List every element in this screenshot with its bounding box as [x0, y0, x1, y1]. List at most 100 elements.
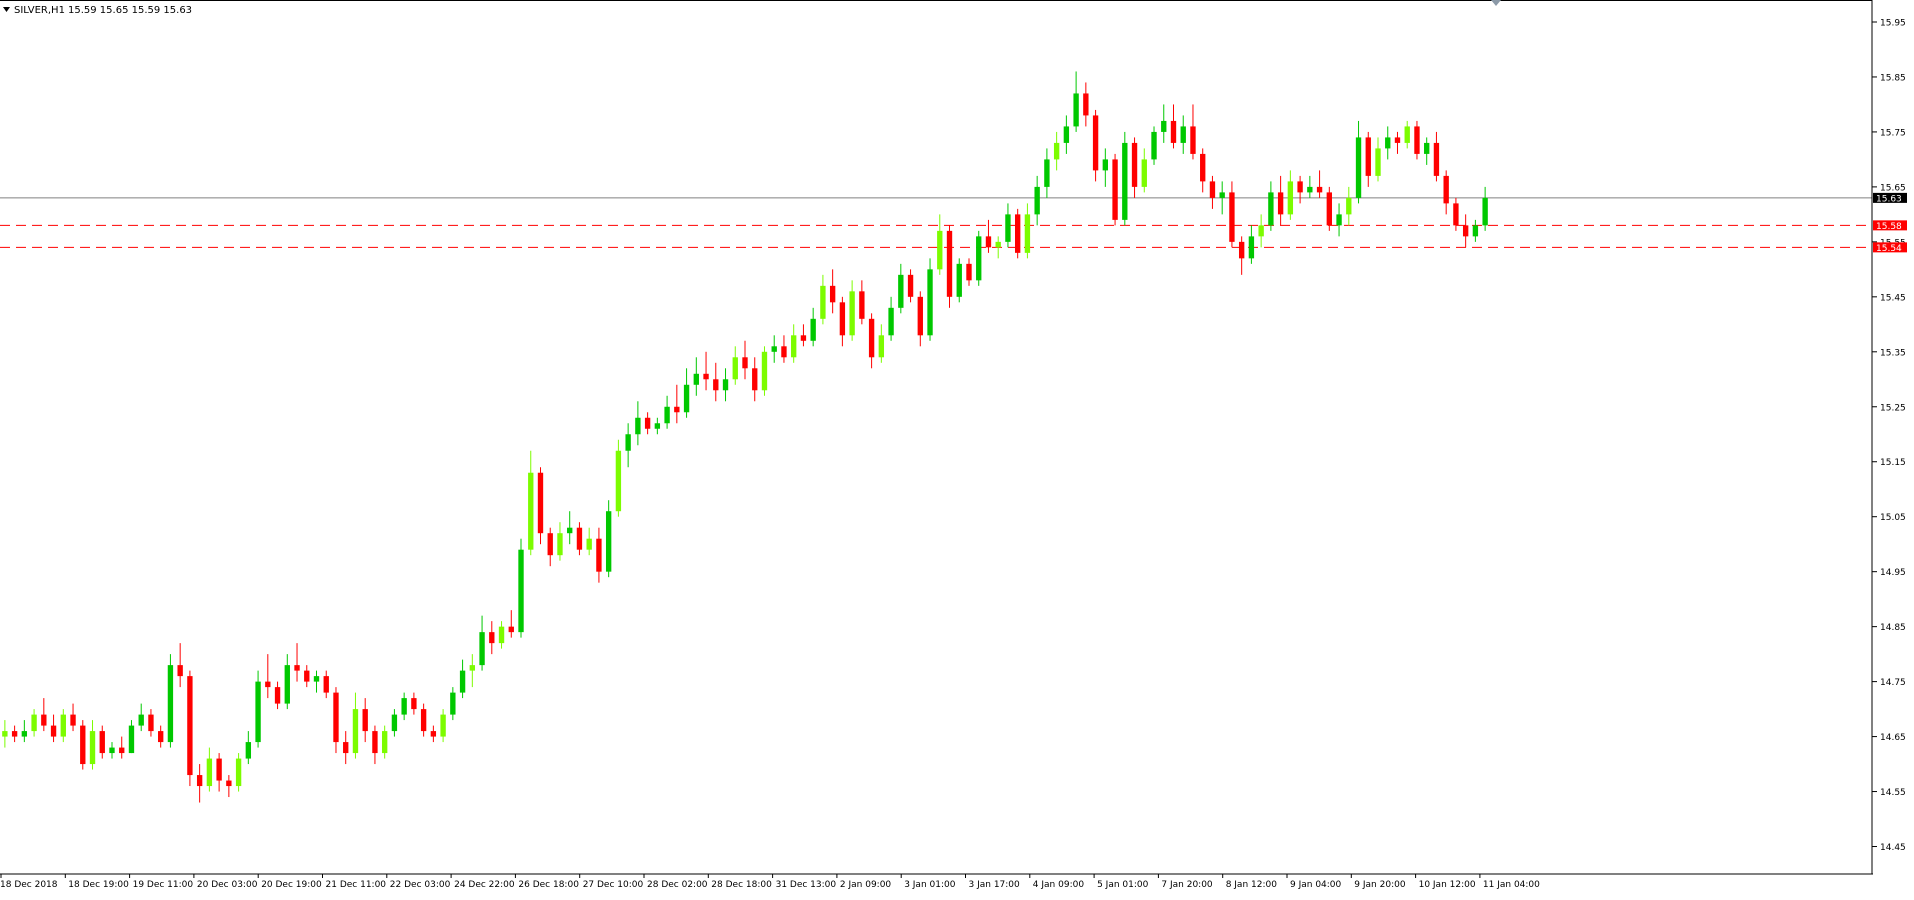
- candle-body: [196, 775, 203, 787]
- candle-body: [1482, 197, 1488, 226]
- time-tick-label: 31 Dec 13:00: [776, 880, 837, 890]
- candle-body: [420, 709, 427, 732]
- candle-body: [1044, 159, 1050, 187]
- time-tick-label: 18 Dec 19:00: [68, 880, 129, 890]
- candle-body: [508, 626, 514, 633]
- candle-body: [771, 346, 777, 352]
- candle-body: [615, 450, 622, 512]
- time-tick-label: 11 Jan 04:00: [1483, 880, 1540, 890]
- candle: [80, 720, 86, 770]
- candle-body: [781, 346, 787, 358]
- price-tick-label: 15.95: [1880, 18, 1906, 28]
- candle-body: [148, 714, 154, 732]
- level-price-label: 15.58: [1876, 222, 1902, 232]
- candle-body: [937, 230, 943, 270]
- candle-body: [1238, 241, 1245, 259]
- level-price-label: 15.54: [1876, 244, 1902, 254]
- time-tick-label: 28 Dec 02:00: [647, 880, 708, 890]
- candle-body: [820, 285, 826, 319]
- candle-body: [1063, 126, 1070, 143]
- candle-body: [1083, 93, 1089, 116]
- candle-body: [605, 511, 612, 572]
- candle-body: [1131, 142, 1138, 187]
- candle-body: [294, 665, 300, 671]
- candle-body: [1180, 126, 1186, 143]
- price-tick-label: 14.45: [1880, 843, 1906, 853]
- candle-body: [430, 731, 437, 737]
- price-tick-label: 15.45: [1880, 293, 1906, 303]
- candle-body: [839, 302, 846, 336]
- time-tick-label: 2 Jan 09:00: [840, 880, 892, 890]
- candle-body: [946, 230, 953, 297]
- candle: [167, 654, 174, 748]
- candle-body: [381, 731, 388, 754]
- candle-body: [1414, 126, 1420, 154]
- candle-body: [304, 670, 310, 682]
- candle-body: [489, 632, 495, 644]
- candle-body: [1404, 126, 1410, 143]
- chart-canvas[interactable]: 15.9515.8515.7515.6515.5515.4515.3515.25…: [0, 0, 1914, 896]
- candle-body: [664, 406, 670, 424]
- candle: [1122, 131, 1128, 226]
- candle: [615, 439, 622, 517]
- price-chart[interactable]: 15.9515.8515.7515.6515.5515.4515.3515.25…: [0, 0, 1914, 896]
- price-tick-label: 15.85: [1880, 73, 1906, 83]
- price-label-badges: 15.63 15.58 15.54: [1873, 192, 1907, 254]
- price-tick-label: 14.95: [1880, 568, 1906, 578]
- price-tick-label: 15.15: [1880, 458, 1906, 468]
- candle: [1112, 153, 1118, 226]
- candle-body: [966, 263, 972, 281]
- candle-body: [1073, 93, 1079, 127]
- candle-body: [722, 379, 729, 391]
- candle-body: [245, 742, 252, 759]
- candle-body: [80, 725, 86, 765]
- candle-body: [557, 533, 563, 556]
- candle-body: [479, 632, 485, 666]
- candle-body: [888, 307, 894, 336]
- candle-body: [761, 351, 768, 391]
- candle-body: [1209, 181, 1216, 198]
- candle-body: [625, 434, 631, 451]
- candle-body: [158, 731, 164, 743]
- time-tick-label: 27 Dec 10:00: [583, 880, 644, 890]
- candle-body: [333, 692, 339, 743]
- candle: [1326, 186, 1332, 231]
- candle-body: [1326, 192, 1332, 226]
- candle-body: [459, 670, 466, 693]
- candle-body: [586, 538, 592, 550]
- time-tick-label: 3 Jan 01:00: [904, 880, 956, 890]
- candle-body: [50, 725, 57, 737]
- candle-body: [927, 269, 933, 336]
- candle-body: [693, 373, 699, 385]
- candle-body: [323, 676, 329, 693]
- candle-body: [868, 318, 875, 358]
- candle-body: [1258, 225, 1264, 237]
- chart-background: [0, 0, 1914, 896]
- candle-body: [343, 742, 349, 754]
- candle: [761, 346, 768, 396]
- candle-body: [1190, 126, 1196, 154]
- candle-body: [1462, 225, 1469, 237]
- candle-body: [128, 725, 135, 754]
- time-tick-label: 4 Jan 09:00: [1033, 880, 1085, 890]
- time-tick-label: 21 Dec 11:00: [326, 880, 387, 890]
- candle-body: [70, 714, 76, 726]
- candle-body: [791, 335, 797, 358]
- candle-body: [1200, 153, 1206, 182]
- candle-body: [1015, 214, 1021, 253]
- candle-body: [284, 665, 290, 704]
- candle-body: [547, 533, 553, 556]
- candle-body: [167, 665, 174, 743]
- candle-body: [654, 423, 661, 429]
- candle-body: [732, 357, 738, 380]
- candle-body: [21, 731, 28, 737]
- candle-body: [1005, 214, 1011, 242]
- candle-body: [898, 274, 904, 308]
- price-tick-label: 15.05: [1880, 513, 1906, 523]
- candle-body: [1248, 236, 1255, 259]
- time-tick-label: 22 Dec 03:00: [390, 880, 451, 890]
- candle-body: [1472, 225, 1479, 237]
- candle: [255, 670, 261, 748]
- candle-body: [450, 692, 456, 715]
- candle-body: [119, 747, 125, 754]
